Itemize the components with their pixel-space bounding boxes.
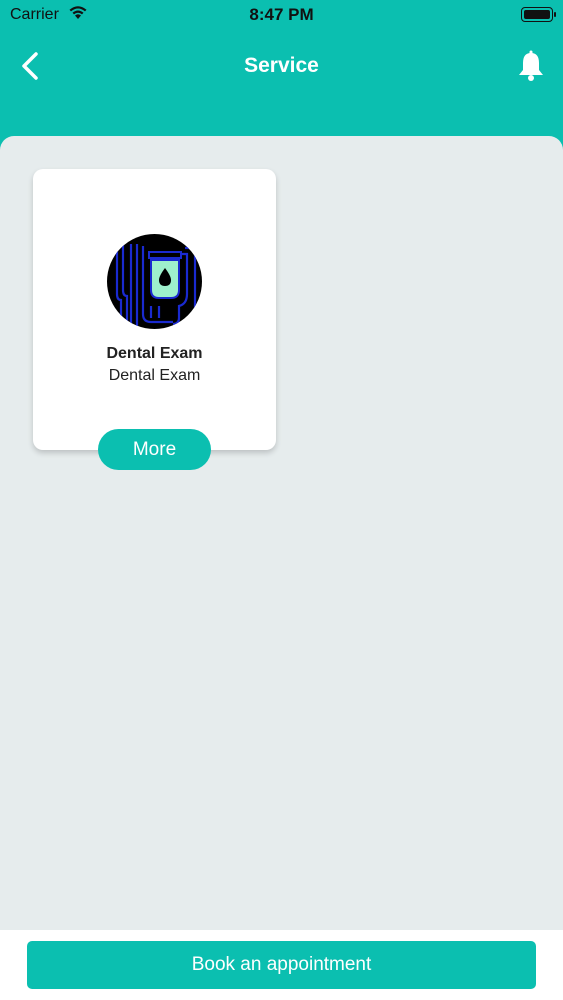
header-bar: Service [0, 40, 563, 96]
bottom-bar: Book an appointment [0, 930, 563, 1000]
notifications-button[interactable] [517, 50, 545, 82]
status-bar: Carrier 8:47 PM [0, 0, 563, 30]
iv-drip-icon [107, 234, 202, 329]
book-appointment-button[interactable]: Book an appointment [27, 941, 536, 989]
service-list: Dental Exam Dental Exam More [0, 136, 563, 930]
status-time: 8:47 PM [249, 5, 314, 24]
page-title: Service [244, 54, 319, 77]
service-subtitle: Dental Exam [108, 367, 201, 384]
more-button[interactable]: More [98, 429, 211, 470]
service-name: Dental Exam [106, 345, 203, 362]
service-card[interactable]: Dental Exam Dental Exam [33, 169, 276, 450]
battery-icon [521, 7, 556, 22]
bell-icon [519, 50, 543, 81]
